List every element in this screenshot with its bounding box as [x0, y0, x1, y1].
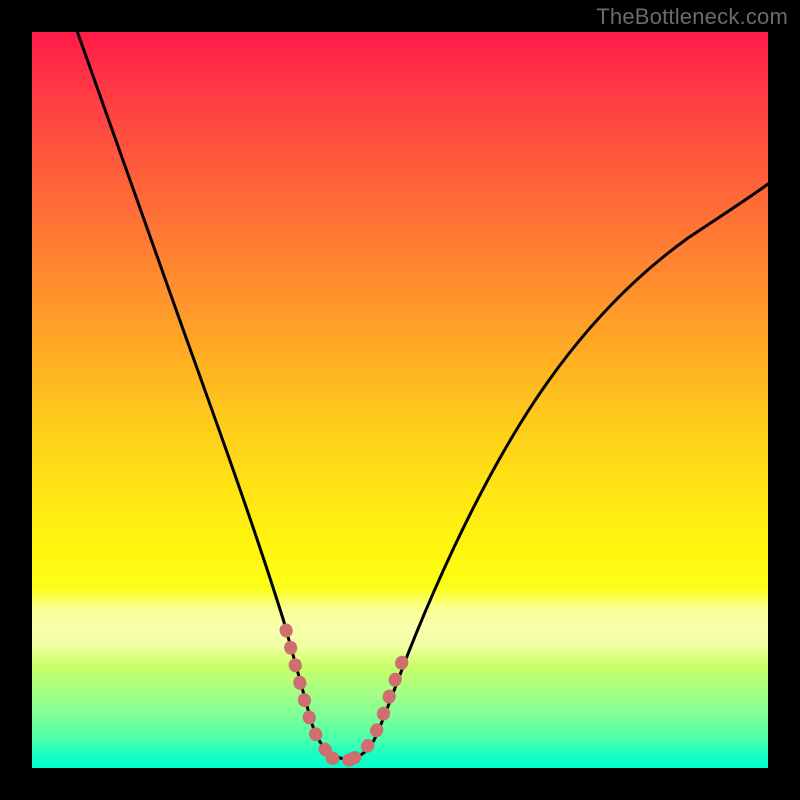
curve-layer [32, 32, 768, 768]
plot-area [32, 32, 768, 768]
bottleneck-curve [76, 32, 768, 759]
trough-highlight [286, 630, 402, 760]
watermark-text: TheBottleneck.com [596, 4, 788, 30]
chart-frame: TheBottleneck.com [0, 0, 800, 800]
